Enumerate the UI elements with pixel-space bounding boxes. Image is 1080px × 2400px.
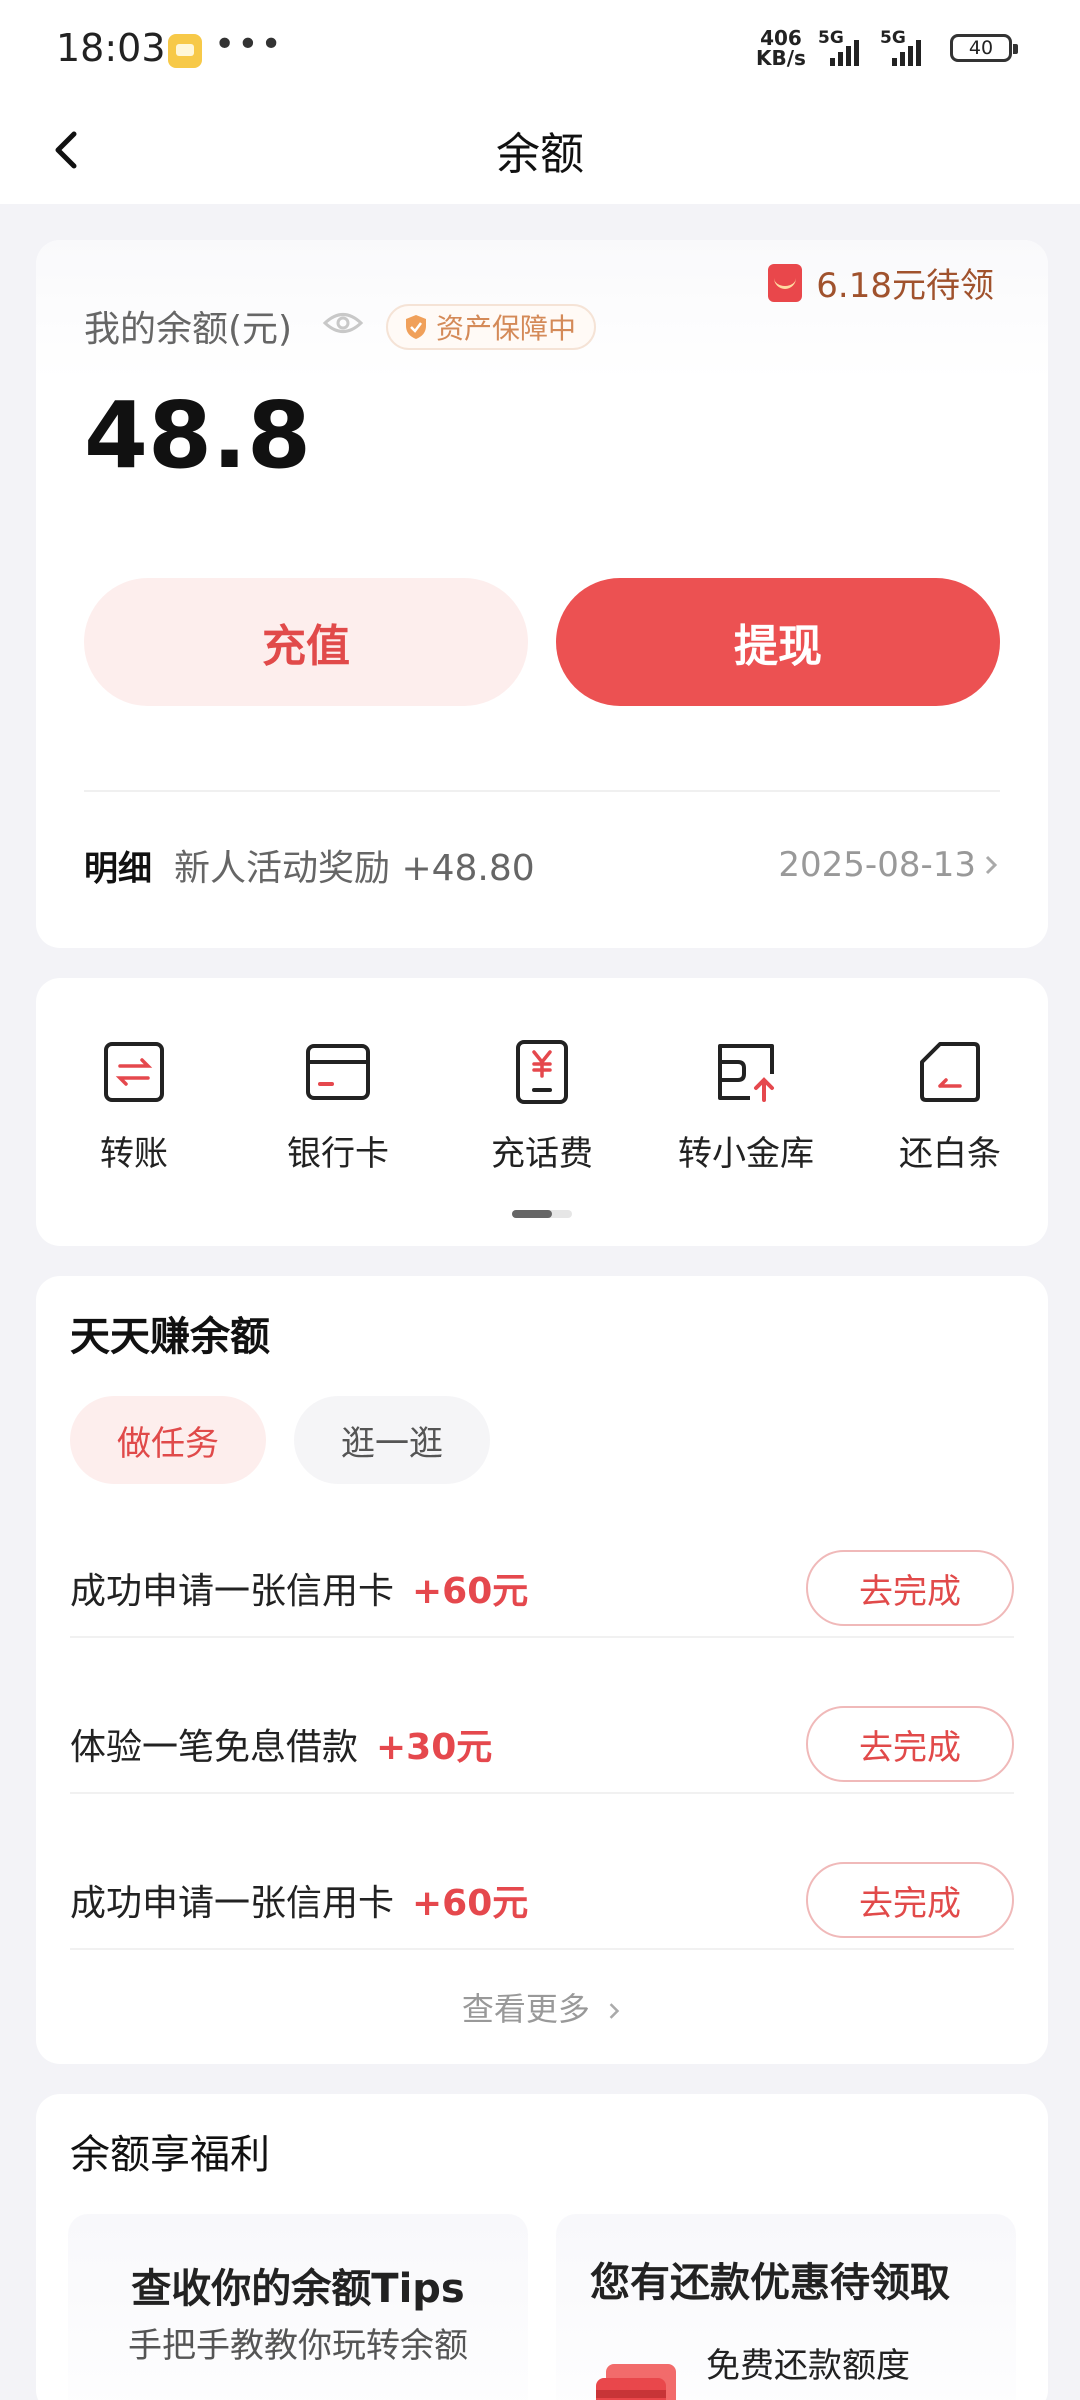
see-more-link[interactable]: 查看更多: [36, 1984, 1048, 2030]
asset-protection-text: 资产保障中: [436, 312, 577, 345]
repay-coupon-card[interactable]: 您有还款优惠待领取 免费还款额度: [556, 2214, 1016, 2400]
chevron-right-icon: [985, 855, 998, 875]
red-packet-text: 6.18元待领: [816, 266, 994, 306]
signal-icon: 5G: [818, 28, 878, 66]
task-name: 成功申请一张信用卡: [70, 1883, 395, 1924]
vault-transfer-icon: [718, 1044, 774, 1102]
phone-topup-icon: [516, 1040, 568, 1104]
divider: [70, 1636, 1014, 1638]
task-name: 体验一笔免息借款: [70, 1727, 359, 1768]
network-speed-unit: KB/s: [756, 46, 806, 70]
task-name: 成功申请一张信用卡: [70, 1571, 395, 1612]
network-speed-value: 406: [760, 26, 802, 50]
shortcut-repay[interactable]: 还白条: [860, 1040, 1040, 1175]
complete-task-button[interactable]: 去完成: [806, 1706, 1014, 1782]
divider: [70, 1948, 1014, 1950]
asset-protection-badge[interactable]: 资产保障中: [386, 304, 597, 350]
task-item: 成功申请一张信用卡 +60元 去完成: [70, 1510, 1014, 1666]
task-item: 体验一笔免息借款 +30元 去完成: [70, 1666, 1014, 1822]
task-reward: +60元: [412, 1571, 529, 1612]
red-packet-promo[interactable]: 6.18元待领: [768, 258, 994, 307]
shortcut-label: 银行卡: [287, 1134, 389, 1174]
repay-icon: [920, 1042, 980, 1102]
balance-amount: 48.8: [84, 382, 311, 489]
coupon-title: 您有还款优惠待领取: [590, 2260, 950, 2306]
tips-card[interactable]: 查收你的余额Tips 手把手教教你玩转余额: [68, 2214, 528, 2400]
shortcut-label: 充话费: [491, 1134, 593, 1174]
nav-bar: 余额: [0, 100, 1080, 204]
shortcut-label: 转账: [100, 1134, 168, 1174]
battery-icon: 40: [950, 34, 1018, 62]
credit-card-icon: [596, 2364, 676, 2400]
withdraw-button[interactable]: 提现: [556, 578, 1000, 706]
balance-label: 我的余额(元): [84, 309, 293, 350]
shortcut-phone-topup[interactable]: 充话费: [452, 1040, 632, 1175]
shortcut-label: 还白条: [899, 1134, 1001, 1174]
shortcut-label: 转小金库: [678, 1134, 814, 1174]
tab-browse[interactable]: 逛一逛: [294, 1396, 490, 1484]
task-item: 成功申请一张信用卡 +60元 去完成: [70, 1822, 1014, 1978]
tips-title: 查收你的余额Tips: [131, 2266, 465, 2312]
complete-task-button[interactable]: 去完成: [806, 1550, 1014, 1626]
benefits-card: 余额享福利 查收你的余额Tips 手把手教教你玩转余额 您有还款优惠待领取 免费…: [36, 2094, 1048, 2400]
more-notifications-icon: •••: [214, 24, 284, 65]
tab-tasks[interactable]: 做任务: [70, 1396, 266, 1484]
notification-icon: [168, 34, 202, 68]
section-title: 余额享福利: [70, 2132, 270, 2178]
shortcut-bank-card[interactable]: 银行卡: [248, 1040, 428, 1175]
status-time: 18:03: [56, 26, 166, 70]
see-more-label: 查看更多: [461, 1990, 590, 2028]
shield-icon: [406, 315, 426, 339]
coupon-subtitle: 免费还款额度: [706, 2346, 910, 2386]
section-title: 天天赚余额: [70, 1314, 270, 1360]
chevron-right-icon: [609, 2003, 620, 2019]
signal-icon-2: 5G: [880, 28, 940, 66]
shortcut-vault-transfer[interactable]: 转小金库: [656, 1040, 836, 1175]
complete-task-button[interactable]: 去完成: [806, 1862, 1014, 1938]
divider: [84, 790, 1000, 792]
task-reward: +60元: [412, 1883, 529, 1924]
divider: [70, 1792, 1014, 1794]
recharge-button[interactable]: 充值: [84, 578, 528, 706]
network-speed: 406 KB/s: [756, 28, 806, 68]
shortcut-transfer[interactable]: 转账: [44, 1040, 224, 1175]
task-reward: +30元: [376, 1727, 493, 1768]
transaction-detail-row[interactable]: 明细 新人活动奖励 +48.80 2025-08-13: [84, 840, 1000, 890]
balance-card: 6.18元待领 我的余额(元) 资产保障中 48.8 充值 提现 明细 新人活动…: [36, 240, 1048, 948]
detail-date: 2025-08-13: [778, 845, 976, 885]
page-title: 余额: [496, 129, 584, 180]
transfer-icon: [104, 1042, 164, 1102]
eye-icon[interactable]: [322, 310, 364, 336]
detail-label: 明细: [84, 848, 152, 889]
shortcuts-card: 转账 银行卡 充话费 转小金库 还白条: [36, 978, 1048, 1246]
page-indicator: [512, 1210, 572, 1218]
earn-card: 天天赚余额 做任务 逛一逛 成功申请一张信用卡 +60元 去完成 体验一笔免息借…: [36, 1276, 1048, 2064]
status-bar: 18:03 ••• 406 KB/s 5G 5G 40: [0, 0, 1080, 100]
red-packet-icon: [768, 263, 803, 302]
bank-card-icon: [306, 1044, 370, 1100]
detail-description: 新人活动奖励 +48.80: [174, 848, 535, 889]
tips-subtitle: 手把手教教你玩转余额: [128, 2326, 468, 2366]
